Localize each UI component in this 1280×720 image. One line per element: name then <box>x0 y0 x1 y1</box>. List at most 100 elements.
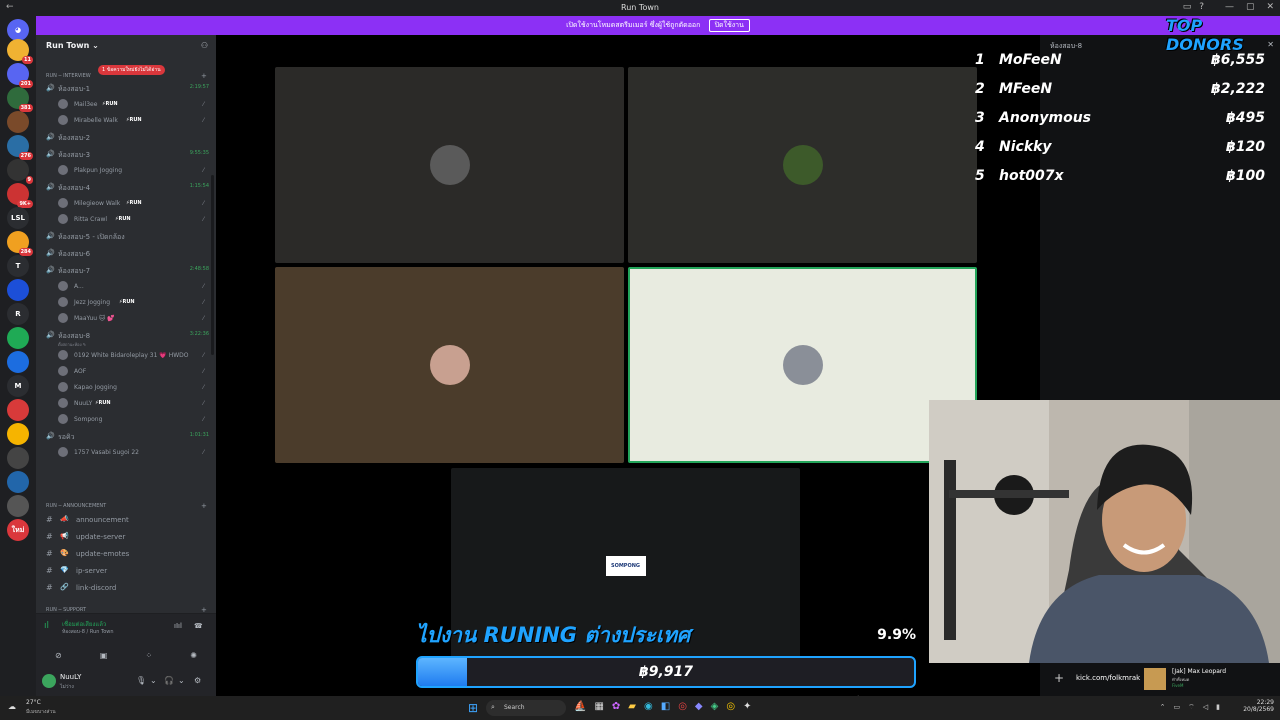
participant-tile-speaking[interactable] <box>628 267 977 463</box>
voice-user[interactable]: Ritta Crawl ⚡RUN ⁄ <box>58 213 208 226</box>
voice-user[interactable]: Kapao Jogging ⁄ <box>58 381 208 394</box>
voice-user[interactable]: 1757 Vasabi Sugoi 22 ⁄ <box>58 446 208 459</box>
voice-channel[interactable]: 🔊 ห้องสอบ-6 <box>46 248 211 260</box>
clock[interactable]: 22:29 20/8/2569 <box>1243 699 1274 713</box>
battery-icon[interactable]: ▮ <box>1216 703 1220 712</box>
mute-icon[interactable]: 🎙 <box>136 676 146 685</box>
voice-user[interactable]: Sompong ⁄ <box>58 413 208 426</box>
tray-icon[interactable]: ▭ <box>1174 703 1181 712</box>
app-icon[interactable]: ◈ <box>711 701 719 712</box>
chrome-icon[interactable]: ◎ <box>726 701 735 712</box>
channel-scrollbar[interactable] <box>211 175 214 355</box>
create-channel-icon[interactable]: + <box>201 72 207 80</box>
server-icon[interactable] <box>7 399 29 421</box>
server-icon[interactable] <box>7 471 29 493</box>
plus-icon[interactable]: + <box>1054 671 1064 685</box>
voice-user[interactable]: Mirabelle Walk ⚡RUN ⁄ <box>58 114 208 127</box>
volume-icon[interactable]: ◁ <box>1203 703 1208 712</box>
server-icon[interactable] <box>7 423 29 445</box>
voice-channel[interactable]: 🔊 ห้องสอบ-5 - เปิดกล้อง <box>46 231 211 243</box>
voice-channel[interactable]: 🔊 รอคิว 1:01:31 <box>46 431 211 443</box>
channel-status[interactable]: ตั้งสถานะห้อง ✎ <box>58 341 86 348</box>
headphones-icon[interactable]: 🎧 <box>164 676 174 685</box>
close-button[interactable]: ✕ <box>1266 2 1274 12</box>
discord-home-icon[interactable]: ◕ <box>7 19 29 41</box>
server-icon[interactable]: 284 <box>7 231 33 256</box>
app-icon[interactable]: ⛵ <box>574 701 586 712</box>
text-channel[interactable]: # 📢 update-server <box>46 530 211 544</box>
screen-share-icon[interactable]: ▣ <box>100 651 108 660</box>
server-icon[interactable]: 11 <box>7 39 33 64</box>
server-icon[interactable] <box>7 327 29 349</box>
voice-channel-path[interactable]: ห้องสอบ-8 / Run Town <box>62 628 114 636</box>
inbox-icon[interactable]: ▭ <box>1183 2 1192 12</box>
activities-icon[interactable]: ⁘ <box>145 651 152 660</box>
voice-user[interactable]: MaaYuu 🐱 💕 ⁄ <box>58 312 208 325</box>
disconnect-icon[interactable]: ☎ <box>194 622 203 630</box>
participant-tile[interactable] <box>275 67 624 263</box>
server-icon[interactable] <box>7 111 29 133</box>
username[interactable]: NuuLY <box>60 673 81 681</box>
server-icon[interactable]: 276 <box>7 135 33 160</box>
voice-user[interactable]: A... ⁄ <box>58 280 208 293</box>
discord-icon[interactable]: ◆ <box>695 701 703 712</box>
voice-user[interactable]: Jezz Jogging ⚡RUN ⁄ <box>58 296 208 309</box>
voice-channel[interactable]: 🔊 ห้องสอบ-4 1:15:54 <box>46 182 211 194</box>
create-channel-icon[interactable]: + <box>201 502 207 510</box>
text-channel[interactable]: # 🎨 update-emotes <box>46 547 211 561</box>
camera-off-icon[interactable]: ⊘ <box>55 651 62 660</box>
add-member-icon[interactable]: ⚇ <box>201 41 208 50</box>
voice-channel[interactable]: 🔊 ห้องสอบ-3 9:55:35 <box>46 149 211 161</box>
voice-user[interactable]: AOF ⁄ <box>58 365 208 378</box>
voice-channel[interactable]: 🔊 ห้องสอบ-2 <box>46 132 211 144</box>
help-icon[interactable]: ? <box>1199 2 1204 12</box>
server-icon[interactable]: 201 <box>7 63 33 88</box>
disable-streamer-mode-button[interactable]: ปิดใช้งาน <box>708 19 750 32</box>
text-channel[interactable]: # 🔗 link-discord <box>46 581 211 595</box>
text-channel[interactable]: # 📣 announcement <box>46 513 211 527</box>
voice-user[interactable]: Milegieow Walk ⚡RUN ⁄ <box>58 197 208 210</box>
server-icon[interactable]: M <box>7 375 29 397</box>
voice-channel[interactable]: 🔊 ห้องสอบ-1 2:19:57 <box>46 83 211 95</box>
chevron-down-icon[interactable]: ⌄ <box>150 676 157 685</box>
avatar[interactable] <box>42 674 56 688</box>
network-icon[interactable]: ⌔ <box>1188 703 1195 712</box>
server-icon[interactable]: R <box>7 303 29 325</box>
guild-header[interactable]: Run Town ⌄ ⚇ <box>36 35 216 59</box>
chrome-icon[interactable]: ◎ <box>678 701 687 712</box>
app-icon[interactable]: ✦ <box>743 701 751 712</box>
server-icon[interactable] <box>7 495 29 517</box>
soundboard-icon[interactable]: ✺ <box>190 651 197 660</box>
noise-suppression-icon[interactable]: ıIıl <box>174 622 182 630</box>
voice-user[interactable]: 0192 White Bidaroleplay 31 💗 HWDO ⁄ <box>58 349 208 362</box>
server-icon[interactable] <box>7 447 29 469</box>
participant-tile[interactable] <box>275 267 624 463</box>
kick-link[interactable]: kick.com/folkmrak <box>1076 674 1140 682</box>
chevron-up-icon[interactable]: ⌃ <box>1160 703 1166 712</box>
file-explorer-icon[interactable]: ▰ <box>628 701 636 712</box>
participant-tile[interactable] <box>628 67 977 263</box>
server-icon[interactable]: 9K+ <box>7 183 33 208</box>
server-icon[interactable]: 381 <box>7 87 33 112</box>
app-icon[interactable]: ✿ <box>612 701 620 712</box>
server-icon[interactable]: T <box>7 255 29 277</box>
server-icon[interactable] <box>7 279 29 301</box>
server-icon[interactable] <box>7 351 29 373</box>
maximize-button[interactable]: ▢ <box>1246 2 1255 12</box>
category-announcement[interactable]: RUN ─ ANNOUNCEMENT + <box>46 502 207 510</box>
server-icon[interactable]: 9 <box>7 159 33 184</box>
server-icon[interactable]: ใหม่ <box>7 519 29 541</box>
windows-start-icon[interactable]: ⊞ <box>468 701 478 715</box>
category-interview[interactable]: RUN ─ INTERVIEW + <box>46 72 207 80</box>
edge-icon[interactable]: ◉ <box>644 701 653 712</box>
weather-temp[interactable]: 27°C <box>26 699 41 706</box>
voice-user[interactable]: Mail3ee ⚡RUN ⁄ <box>58 98 208 111</box>
weather-icon[interactable]: ☁ <box>8 702 16 711</box>
store-icon[interactable]: ◧ <box>661 701 670 712</box>
voice-channel[interactable]: 🔊 ห้องสอบ-7 2:48:58 <box>46 265 211 277</box>
text-channel[interactable]: # 💎 ip-server <box>46 564 211 578</box>
signal-icon[interactable]: ıl <box>44 621 49 631</box>
taskbar-search[interactable]: ⌕ Search <box>486 700 566 716</box>
voice-user[interactable]: Plakpun Jogging ⁄ <box>58 164 208 177</box>
gear-icon[interactable]: ⚙ <box>194 676 201 685</box>
